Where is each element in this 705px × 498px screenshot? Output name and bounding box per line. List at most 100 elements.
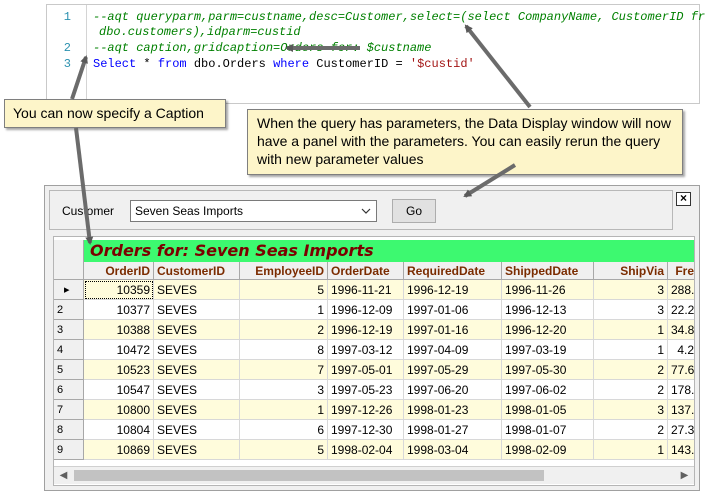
row-header[interactable]: 3 [54,320,84,340]
table-cell[interactable]: 10869 [84,440,154,460]
table-cell[interactable]: 7 [240,360,328,380]
column-header[interactable]: RequiredDate [404,262,502,280]
table-cell[interactable]: 34.8 [668,320,694,340]
row-header[interactable]: 4 [54,340,84,360]
table-cell[interactable]: 288.4 [668,280,694,300]
table-cell[interactable]: 1996-12-13 [502,300,594,320]
table-cell[interactable]: 77.6 [668,360,694,380]
column-header[interactable]: ShipVia [594,262,668,280]
table-cell[interactable]: 1997-06-02 [502,380,594,400]
column-header[interactable]: OrderDate [328,262,404,280]
table-cell[interactable]: 2 [594,380,668,400]
table-cell[interactable]: 1997-01-06 [404,300,502,320]
sql-editor[interactable]: 1 2 3 --aqt queryparm,parm=custname,desc… [46,4,705,104]
table-cell[interactable]: 10359 [84,280,154,300]
table-cell[interactable]: 2 [594,420,668,440]
table-cell[interactable]: 1997-05-29 [404,360,502,380]
code-line-2: --aqt caption,gridcaption=Orders for: $c… [93,41,432,55]
column-header[interactable]: Fre [668,262,694,280]
table-cell[interactable]: SEVES [154,440,240,460]
horizontal-scrollbar[interactable]: ◀ ▶ [54,466,694,484]
table-cell[interactable]: 1996-11-21 [328,280,404,300]
table-cell[interactable]: 1 [594,340,668,360]
row-header[interactable]: 5 [54,360,84,380]
table-cell[interactable]: 10472 [84,340,154,360]
table-cell[interactable]: SEVES [154,300,240,320]
row-header[interactable]: 2 [54,300,84,320]
data-grid[interactable]: Orders for: Seven Seas Imports OrderID Cu… [53,236,695,486]
table-cell[interactable]: 22.2 [668,300,694,320]
table-cell[interactable]: 10388 [84,320,154,340]
table-cell[interactable]: 5 [240,280,328,300]
table-cell[interactable]: SEVES [154,360,240,380]
row-header[interactable]: 9 [54,440,84,460]
table-cell[interactable]: 1 [240,300,328,320]
table-cell[interactable]: 3 [240,380,328,400]
table-cell[interactable]: 6 [240,420,328,440]
table-cell[interactable]: 1997-12-30 [328,420,404,440]
row-header[interactable]: 8 [54,420,84,440]
table-cell[interactable]: 4.2 [668,340,694,360]
table-cell[interactable]: 1997-05-01 [328,360,404,380]
customer-select[interactable]: Seven Seas Imports [130,200,377,222]
table-cell[interactable]: 10547 [84,380,154,400]
table-cell[interactable]: 27.3 [668,420,694,440]
row-header[interactable]: 6 [54,380,84,400]
line-number: 2 [63,41,71,55]
table-cell[interactable]: SEVES [154,340,240,360]
table-cell[interactable]: 1997-12-26 [328,400,404,420]
table-cell[interactable]: 10523 [84,360,154,380]
table-cell[interactable]: 2 [240,320,328,340]
table-cell[interactable]: 3 [594,400,668,420]
column-header[interactable]: EmployeeID [240,262,328,280]
table-cell[interactable]: 1998-02-09 [502,440,594,460]
table-cell[interactable]: SEVES [154,400,240,420]
table-cell[interactable]: 1 [594,320,668,340]
column-header[interactable]: CustomerID [154,262,240,280]
table-cell[interactable]: 1998-01-05 [502,400,594,420]
table-cell[interactable]: 1997-04-09 [404,340,502,360]
column-header[interactable]: ShippedDate [502,262,594,280]
table-cell[interactable]: 1998-02-04 [328,440,404,460]
table-cell[interactable]: 1996-12-19 [404,280,502,300]
close-icon[interactable]: × [676,192,691,206]
table-cell[interactable]: 1998-01-27 [404,420,502,440]
scroll-left-icon[interactable]: ◀ [55,467,72,484]
table-cell[interactable]: 2 [594,360,668,380]
table-cell[interactable]: 10377 [84,300,154,320]
column-header[interactable]: OrderID [84,262,154,280]
table-cell[interactable]: 1 [240,400,328,420]
table-cell[interactable]: 3 [594,280,668,300]
table-cell[interactable]: 1997-06-20 [404,380,502,400]
table-cell[interactable]: SEVES [154,280,240,300]
table-cell[interactable]: 10804 [84,420,154,440]
table-cell[interactable]: 137.4 [668,400,694,420]
table-cell[interactable]: 178.4 [668,380,694,400]
table-cell[interactable]: 1996-12-09 [328,300,404,320]
go-button[interactable]: Go [392,199,436,223]
table-cell[interactable]: 1997-01-16 [404,320,502,340]
table-cell[interactable]: 1996-12-20 [502,320,594,340]
row-header[interactable]: 7 [54,400,84,420]
table-cell[interactable]: 1996-12-19 [328,320,404,340]
table-cell[interactable]: 10800 [84,400,154,420]
table-cell[interactable]: SEVES [154,320,240,340]
table-cell[interactable]: SEVES [154,420,240,440]
table-cell[interactable]: 1997-05-30 [502,360,594,380]
table-cell[interactable]: 1997-03-12 [328,340,404,360]
table-cell[interactable]: SEVES [154,380,240,400]
table-cell[interactable]: 1996-11-26 [502,280,594,300]
table-cell[interactable]: 1998-01-23 [404,400,502,420]
table-cell[interactable]: 8 [240,340,328,360]
table-cell[interactable]: 1998-01-07 [502,420,594,440]
scrollbar-thumb[interactable] [74,470,544,481]
table-cell[interactable]: 1997-03-19 [502,340,594,360]
table-cell[interactable]: 1997-05-23 [328,380,404,400]
table-cell[interactable]: 3 [594,300,668,320]
table-cell[interactable]: 1 [594,440,668,460]
current-row-icon[interactable]: ▸ [54,280,84,300]
table-cell[interactable]: 1998-03-04 [404,440,502,460]
table-cell[interactable]: 5 [240,440,328,460]
scroll-right-icon[interactable]: ▶ [676,467,693,484]
table-cell[interactable]: 143.2 [668,440,694,460]
